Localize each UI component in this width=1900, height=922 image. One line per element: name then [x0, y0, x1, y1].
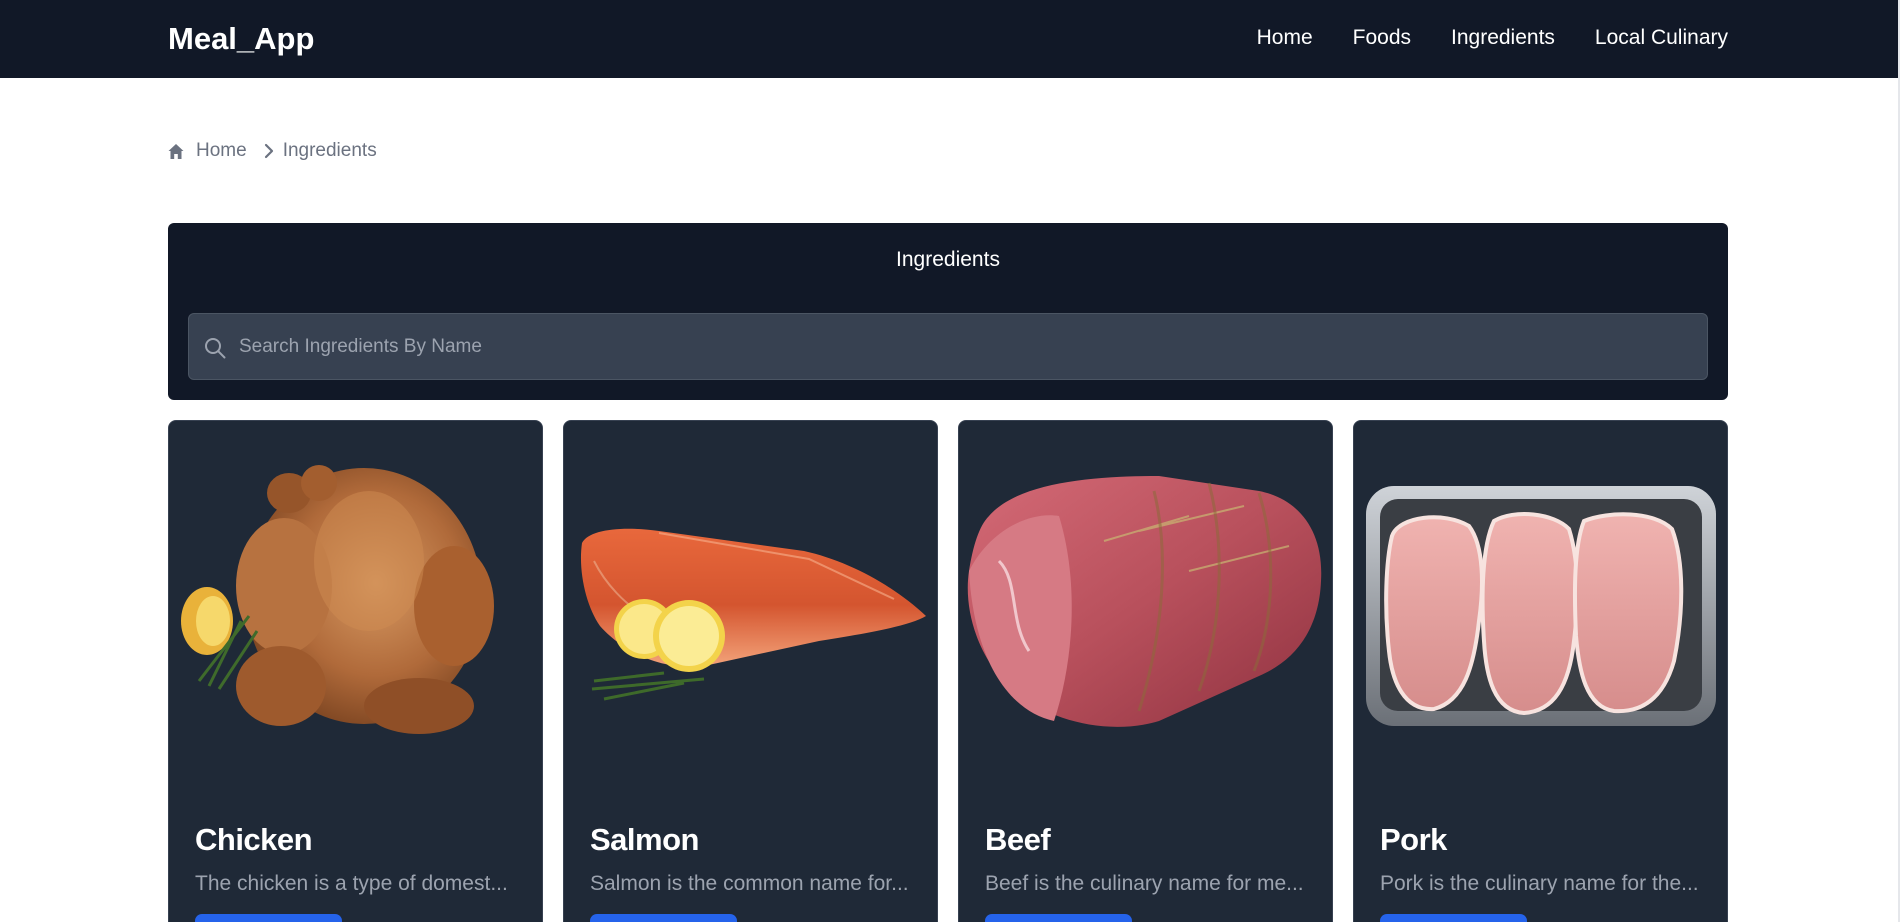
card-button[interactable] — [590, 914, 737, 922]
nav-link-foods[interactable]: Foods — [1353, 25, 1411, 51]
breadcrumb-home[interactable]: Home — [196, 139, 247, 163]
search-box[interactable] — [188, 313, 1708, 380]
nav-link-ingredients[interactable]: Ingredients — [1451, 25, 1555, 51]
card-image — [959, 421, 1332, 781]
roast-chicken-image — [181, 465, 494, 734]
card-image — [169, 421, 542, 781]
card-title: Beef — [985, 822, 1051, 857]
beef-roast-image — [967, 476, 1322, 727]
card-title: Salmon — [590, 822, 699, 857]
card-image — [564, 421, 937, 781]
card-title: Chicken — [195, 822, 313, 857]
card-button[interactable] — [195, 914, 342, 922]
ingredient-card-beef[interactable]: Beef Beef is the culinary name for me... — [958, 420, 1333, 922]
card-description: Beef is the culinary name for me... — [985, 872, 1304, 895]
card-description: Salmon is the common name for... — [590, 872, 909, 895]
card-title: Pork — [1380, 822, 1447, 857]
salmon-fillet-image — [580, 528, 926, 701]
ingredient-card-pork[interactable]: Pork Pork is the culinary name for the..… — [1353, 420, 1728, 922]
breadcrumb-current: Ingredients — [282, 140, 377, 161]
ingredient-card-chicken[interactable]: Chicken The chicken is a type of domest.… — [168, 420, 543, 922]
card-description: The chicken is a type of domest... — [195, 872, 508, 895]
home-icon[interactable] — [168, 143, 184, 160]
card-button[interactable] — [985, 914, 1132, 922]
top-navbar: Meal_App Home Foods Ingredients Local Cu… — [0, 0, 1900, 78]
brand-logo[interactable]: Meal_App — [168, 20, 314, 58]
card-image — [1354, 421, 1727, 781]
ingredients-search-panel: Ingredients — [168, 223, 1728, 400]
chevron-right-icon — [263, 142, 275, 160]
breadcrumb: Home Ingredients — [168, 139, 377, 163]
panel-title: Ingredients — [896, 248, 1000, 271]
nav-link-home[interactable]: Home — [1257, 25, 1313, 51]
pork-chops-tray-image — [1366, 486, 1716, 726]
card-description: Pork is the culinary name for the... — [1380, 872, 1699, 895]
main-nav: Home Foods Ingredients Local Culinary — [1257, 25, 1728, 51]
ingredient-card-salmon[interactable]: Salmon Salmon is the common name for... — [563, 420, 938, 922]
card-button[interactable] — [1380, 914, 1527, 922]
search-icon — [203, 336, 227, 360]
nav-link-local-culinary[interactable]: Local Culinary — [1595, 25, 1728, 51]
ingredient-card-grid: Chicken The chicken is a type of domest.… — [168, 420, 1728, 922]
search-input[interactable] — [239, 314, 1689, 379]
